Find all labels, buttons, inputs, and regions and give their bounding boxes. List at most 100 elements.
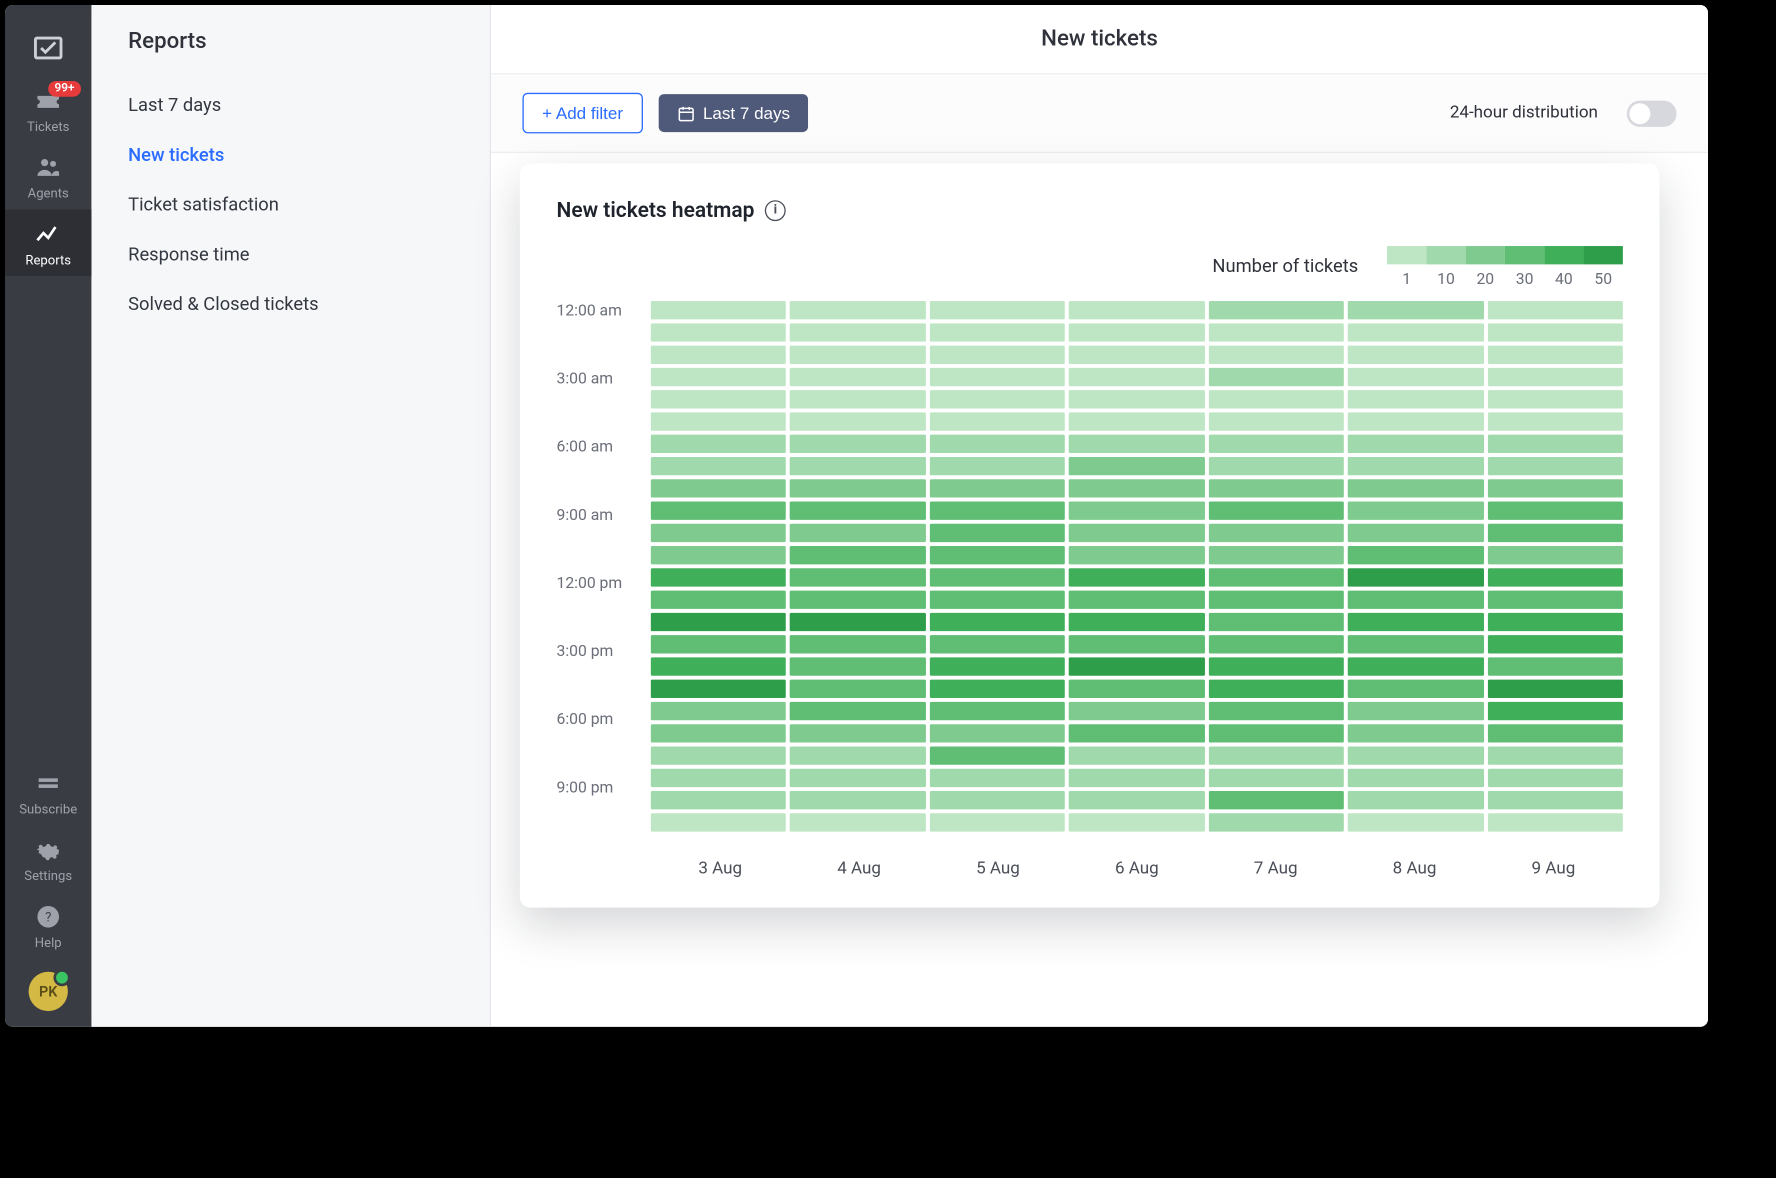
heatmap-cell[interactable] (930, 746, 1066, 764)
heatmap-cell[interactable] (1348, 435, 1483, 453)
heatmap-cell[interactable] (790, 791, 925, 809)
heatmap-cell[interactable] (790, 435, 925, 453)
heatmap-cell[interactable] (1487, 390, 1623, 408)
heatmap-cell[interactable] (1069, 546, 1204, 564)
heatmap-cell[interactable] (790, 323, 925, 341)
heatmap-cell[interactable] (1209, 791, 1345, 809)
heatmap-cell[interactable] (1069, 746, 1204, 764)
heatmap-cell[interactable] (1209, 524, 1345, 542)
heatmap-cell[interactable] (1209, 323, 1345, 341)
nav-help[interactable]: ? Help (5, 892, 91, 959)
heatmap-cell[interactable] (1487, 657, 1623, 675)
heatmap-cell[interactable] (1069, 591, 1204, 609)
heatmap-cell[interactable] (790, 746, 925, 764)
heatmap-cell[interactable] (1487, 613, 1623, 631)
heatmap-cell[interactable] (790, 346, 925, 364)
heatmap-cell[interactable] (930, 390, 1066, 408)
heatmap-cell[interactable] (1348, 524, 1483, 542)
heatmap-cell[interactable] (1348, 368, 1483, 386)
heatmap-cell[interactable] (1069, 657, 1204, 675)
heatmap-cell[interactable] (651, 479, 786, 497)
heatmap-cell[interactable] (930, 412, 1066, 430)
heatmap-cell[interactable] (930, 769, 1066, 787)
heatmap-cell[interactable] (651, 346, 786, 364)
heatmap-cell[interactable] (1487, 680, 1623, 698)
heatmap-cell[interactable] (1069, 501, 1204, 519)
heatmap-cell[interactable] (651, 301, 786, 319)
heatmap-cell[interactable] (930, 546, 1066, 564)
heatmap-cell[interactable] (1209, 346, 1345, 364)
heatmap-cell[interactable] (651, 680, 786, 698)
heatmap-cell[interactable] (790, 390, 925, 408)
heatmap-cell[interactable] (1209, 435, 1345, 453)
heatmap-cell[interactable] (651, 390, 786, 408)
heatmap-cell[interactable] (1487, 568, 1623, 586)
heatmap-cell[interactable] (1209, 591, 1345, 609)
heatmap-cell[interactable] (1069, 724, 1204, 742)
heatmap-cell[interactable] (1069, 613, 1204, 631)
heatmap-cell[interactable] (1487, 412, 1623, 430)
heatmap-cell[interactable] (790, 680, 925, 698)
heatmap-cell[interactable] (1487, 346, 1623, 364)
heatmap-cell[interactable] (651, 613, 786, 631)
heatmap-cell[interactable] (1209, 724, 1345, 742)
heatmap-cell[interactable] (1209, 546, 1345, 564)
heatmap-cell[interactable] (930, 724, 1066, 742)
heatmap-cell[interactable] (1348, 813, 1483, 831)
heatmap-cell[interactable] (651, 724, 786, 742)
sidebar-item-solved[interactable]: Solved & Closed tickets (91, 280, 489, 330)
heatmap-cell[interactable] (1348, 791, 1483, 809)
heatmap-cell[interactable] (1487, 457, 1623, 475)
add-filter-button[interactable]: + Add filter (522, 93, 642, 134)
heatmap-cell[interactable] (1209, 813, 1345, 831)
heatmap-cell[interactable] (930, 479, 1066, 497)
heatmap-cell[interactable] (1487, 746, 1623, 764)
heatmap-cell[interactable] (1069, 301, 1204, 319)
heatmap-cell[interactable] (651, 591, 786, 609)
heatmap-cell[interactable] (651, 323, 786, 341)
heatmap-cell[interactable] (930, 613, 1066, 631)
nav-tickets[interactable]: Tickets 99+ (5, 76, 91, 143)
heatmap-cell[interactable] (1487, 323, 1623, 341)
heatmap-cell[interactable] (930, 635, 1066, 653)
heatmap-cell[interactable] (1209, 457, 1345, 475)
heatmap-cell[interactable] (1069, 568, 1204, 586)
heatmap-cell[interactable] (1209, 613, 1345, 631)
heatmap-cell[interactable] (930, 368, 1066, 386)
heatmap-cell[interactable] (930, 346, 1066, 364)
heatmap-cell[interactable] (790, 479, 925, 497)
heatmap-cell[interactable] (1209, 769, 1345, 787)
heatmap-cell[interactable] (651, 546, 786, 564)
heatmap-cell[interactable] (790, 457, 925, 475)
heatmap-cell[interactable] (930, 301, 1066, 319)
heatmap-cell[interactable] (1487, 435, 1623, 453)
heatmap-cell[interactable] (1348, 546, 1483, 564)
heatmap-cell[interactable] (1209, 390, 1345, 408)
heatmap-cell[interactable] (1348, 702, 1483, 720)
sidebar-item-new-tickets[interactable]: New tickets (91, 131, 489, 181)
heatmap-cell[interactable] (930, 702, 1066, 720)
info-icon[interactable]: i (765, 200, 786, 221)
heatmap-cell[interactable] (790, 368, 925, 386)
heatmap-cell[interactable] (930, 568, 1066, 586)
heatmap-cell[interactable] (1069, 390, 1204, 408)
nav-settings[interactable]: Settings (5, 825, 91, 892)
heatmap-cell[interactable] (1209, 680, 1345, 698)
heatmap-cell[interactable] (1487, 546, 1623, 564)
heatmap-cell[interactable] (1069, 680, 1204, 698)
avatar[interactable]: PK (29, 972, 68, 1011)
heatmap-cell[interactable] (790, 591, 925, 609)
heatmap-cell[interactable] (1487, 479, 1623, 497)
heatmap-cell[interactable] (1209, 501, 1345, 519)
heatmap-cell[interactable] (790, 769, 925, 787)
nav-subscribe[interactable]: Subscribe (5, 758, 91, 825)
heatmap-cell[interactable] (1209, 301, 1345, 319)
heatmap-cell[interactable] (930, 457, 1066, 475)
heatmap-cell[interactable] (790, 613, 925, 631)
heatmap-cell[interactable] (651, 657, 786, 675)
heatmap-cell[interactable] (1487, 635, 1623, 653)
heatmap-cell[interactable] (930, 524, 1066, 542)
heatmap-cell[interactable] (651, 791, 786, 809)
heatmap-cell[interactable] (930, 435, 1066, 453)
heatmap-cell[interactable] (1348, 680, 1483, 698)
